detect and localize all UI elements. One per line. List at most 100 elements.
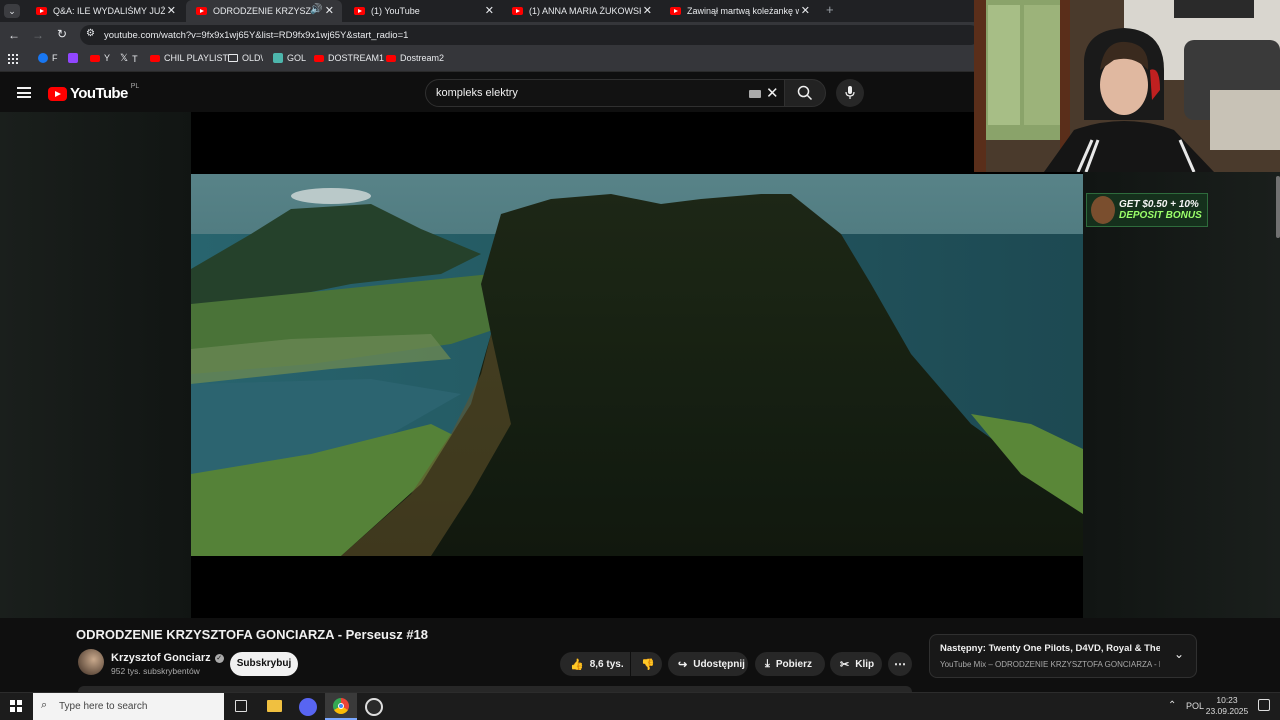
bookmark-f[interactable]: F [38, 53, 58, 63]
like-button[interactable]: 👍 8,6 tys. [560, 652, 630, 676]
reload-icon[interactable]: ↻ [57, 27, 67, 41]
folder-icon [228, 54, 238, 62]
more-actions-button[interactable]: ⋯ [888, 652, 912, 676]
tab-search-dropdown-icon[interactable]: ⌄ [4, 4, 20, 18]
download-button[interactable]: ⤓ Pobierz [755, 652, 825, 676]
scissors-icon: ✂ [840, 658, 850, 671]
youtube-favicon-icon [354, 7, 365, 15]
url-text: youtube.com/watch?v=9fx9x1wj65Y&list=RD9… [104, 30, 409, 41]
youtube-favicon-icon [670, 7, 681, 15]
input-language[interactable]: POL [1186, 701, 1204, 711]
video-frame[interactable] [191, 174, 1083, 556]
hamburger-menu-icon[interactable] [17, 87, 31, 98]
share-icon: ↪ [678, 658, 688, 671]
file-explorer-icon[interactable] [267, 700, 282, 712]
site-info-icon[interactable]: ⚙ [86, 28, 95, 39]
youtube-favicon-icon [196, 7, 207, 15]
dislike-button[interactable]: 👎 [631, 652, 662, 676]
region-code: PL [130, 83, 140, 90]
gol-icon [273, 53, 283, 63]
streamer-webcam [974, 0, 1280, 172]
bookmark-chil-playlist[interactable]: CHIL PLAYLIST [150, 53, 228, 63]
browser-tab[interactable]: Q&A: ILE WYDALIŚMY JUŻ NA ... ✕ [26, 0, 184, 22]
youtube-icon [386, 54, 396, 62]
browser-tab[interactable]: (1) ANNA MARIA ŻUKOWSKA V... ✕ [502, 0, 660, 22]
close-tab-icon[interactable]: ✕ [167, 4, 176, 17]
close-tab-icon[interactable]: ✕ [801, 4, 810, 17]
subscribe-button[interactable]: Subskrybuj [230, 652, 298, 676]
subscriber-count: 952 tys. subskrybentów [111, 666, 200, 676]
channel-name[interactable]: Krzysztof Gonciarz ✓ [111, 652, 224, 664]
clock-time: 10:23 [1216, 695, 1238, 705]
youtube-logo-icon [48, 86, 67, 101]
webcam-image [974, 0, 1280, 172]
microphone-icon [845, 86, 855, 99]
search-box[interactable]: kompleks elektry ✕ [425, 79, 785, 107]
clip-button[interactable]: ✂ Klip [830, 652, 882, 676]
youtube-favicon-icon [512, 7, 523, 15]
close-tab-icon[interactable]: ✕ [643, 4, 652, 17]
share-button[interactable]: ↪ Udostępnij [668, 652, 748, 676]
bookmark-t[interactable]: 𝕏T [120, 53, 138, 64]
clock-date: 23.09.2025 [1205, 706, 1249, 716]
close-tab-icon[interactable]: ✕ [485, 4, 494, 17]
search-button[interactable] [784, 79, 826, 107]
close-tab-icon[interactable]: ✕ [325, 4, 334, 17]
search-input[interactable]: kompleks elektry [436, 87, 518, 99]
video-title: ODRODZENIE KRZYSZTOFA GONCIARZA - Perseu… [76, 627, 429, 642]
bookmark-y[interactable]: Y [90, 53, 110, 63]
banner-line-1: GET $0.50 + 10% [1119, 199, 1199, 210]
bookmark-gol[interactable]: GOL [273, 53, 306, 63]
new-tab-icon[interactable]: + [826, 2, 834, 17]
bookmark-dostream2[interactable]: Dostream2 [386, 53, 444, 63]
youtube-logo-text: YouTube [70, 85, 128, 102]
up-next-subtitle: YouTube Mix – ODRODZENIE KRZYSZTOFA GONC… [940, 660, 1160, 669]
audio-playing-icon[interactable]: 🔊 [310, 4, 322, 15]
apps-grid-icon[interactable] [8, 54, 18, 64]
taskbar-clock[interactable]: 10:23 23.09.2025 [1204, 695, 1250, 717]
twitch-icon [68, 53, 78, 63]
more-icon: ⋯ [894, 657, 906, 671]
verified-icon: ✓ [214, 653, 224, 663]
address-bar[interactable]: ⚙ youtube.com/watch?v=9fx9x1wj65Y&list=R… [80, 25, 980, 45]
thumbs-down-icon: 👎 [641, 658, 655, 671]
browser-tab[interactable]: (1) YouTube ✕ [344, 0, 502, 22]
clear-search-icon[interactable]: ✕ [766, 84, 779, 102]
keyboard-icon[interactable] [749, 90, 761, 98]
chrome-icon[interactable] [325, 693, 357, 720]
download-icon: ⤓ [765, 657, 770, 670]
deposit-bonus-banner[interactable]: GET $0.50 + 10% DEPOSIT BONUS [1086, 193, 1208, 227]
page-scrollbar[interactable] [1276, 176, 1280, 238]
youtube-favicon-icon [36, 7, 47, 15]
youtube-icon [150, 54, 160, 62]
up-next-label: Następny: [940, 643, 986, 654]
forward-icon[interactable]: → [32, 28, 44, 42]
youtube-logo[interactable]: YouTube PL [48, 83, 140, 102]
thumbs-up-icon: 👍 [570, 658, 584, 671]
back-icon[interactable]: ← [8, 28, 20, 42]
bookmark-twitch[interactable] [68, 53, 78, 63]
notifications-icon[interactable] [1258, 699, 1270, 711]
up-next-title: Twenty One Pilots, D4VD, Royal & The Se.… [988, 643, 1160, 654]
banner-line-2: DEPOSIT BONUS [1119, 210, 1202, 221]
up-next-card[interactable]: Następny: Twenty One Pilots, D4VD, Royal… [929, 634, 1197, 678]
voice-search-button[interactable] [836, 79, 864, 107]
obs-icon[interactable] [365, 698, 383, 716]
browser-tab-active[interactable]: ODRODZENIE KRZYSZTOFA... 🔊 ✕ [186, 0, 342, 22]
discord-icon[interactable] [299, 698, 317, 716]
taskbar-search-placeholder: Type here to search [59, 701, 148, 712]
task-view-icon[interactable] [235, 700, 247, 712]
bookmark-dostream1[interactable]: DOSTREAM1 [314, 53, 384, 63]
windows-start-icon[interactable] [10, 700, 22, 712]
search-icon: ⌕ [41, 699, 48, 711]
taskbar-search-box[interactable]: ⌕ Type here to search [33, 693, 224, 720]
like-count: 8,6 tys. [589, 658, 624, 670]
channel-avatar[interactable] [78, 649, 104, 675]
mountain-scene-image [191, 174, 1083, 556]
bookmark-folder-old[interactable]: OLD\ [228, 53, 263, 63]
youtube-icon [314, 54, 324, 62]
tray-overflow-icon[interactable]: ⌃ [1168, 700, 1176, 711]
browser-tab[interactable]: Zawinął martwą koleżankę w d... ✕ [660, 0, 818, 22]
expand-chevron-icon[interactable]: ⌄ [1174, 647, 1184, 661]
youtube-icon [90, 54, 100, 62]
